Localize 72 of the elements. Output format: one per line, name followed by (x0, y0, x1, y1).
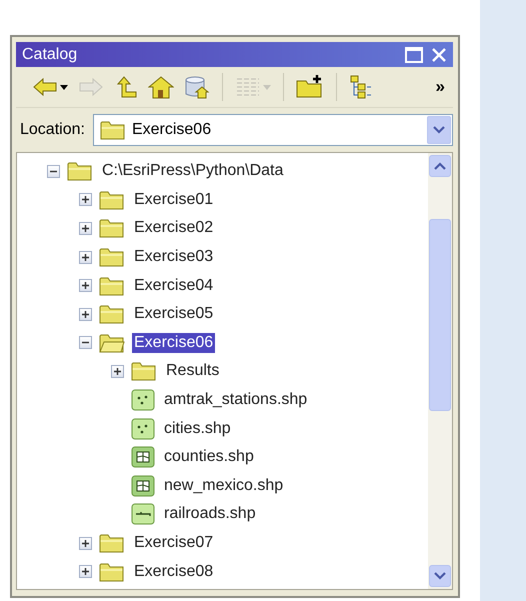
expand-button[interactable] (79, 565, 92, 578)
line-layer-icon (131, 503, 155, 526)
tree-item[interactable]: Exercise05 (132, 304, 216, 324)
location-label: Location: (20, 121, 85, 139)
polygon-layer-icon (131, 446, 155, 468)
plus-icon (81, 195, 90, 204)
folder-icon (100, 119, 126, 141)
polygon-layer-icon (131, 474, 155, 497)
plus-icon (81, 224, 90, 233)
plus-icon (81, 281, 90, 290)
plus-icon (81, 252, 90, 262)
tree-item[interactable]: C:\EsriPress\Python\Data (100, 161, 286, 182)
close-icon[interactable] (431, 46, 447, 62)
point-layer-icon (131, 389, 155, 412)
scroll-thumb[interactable] (429, 219, 451, 411)
chevron-down-icon (433, 126, 445, 134)
tree-item[interactable]: Exercise03 (132, 247, 216, 268)
home-icon (148, 75, 174, 99)
expand-button[interactable] (79, 250, 92, 264)
point-layer-icon (131, 418, 155, 440)
collapse-button[interactable] (47, 164, 60, 178)
expand-button[interactable] (79, 222, 92, 235)
tree-item[interactable]: Results (164, 361, 222, 382)
tree-view-icon (349, 75, 373, 99)
chevron-down-icon (434, 572, 446, 580)
plus-icon (113, 366, 122, 376)
expand-button[interactable] (79, 279, 92, 292)
folder-icon (131, 360, 157, 382)
back-arrow-icon (32, 76, 58, 98)
forward-arrow-icon (78, 76, 104, 98)
caret-icon (263, 84, 271, 90)
window-title: Catalog (22, 46, 78, 64)
folder-icon (99, 303, 125, 326)
folder-icon (99, 274, 125, 297)
folder-icon (99, 560, 125, 583)
plus-icon (81, 538, 90, 548)
connect-folder-icon (296, 75, 324, 99)
plus-icon (81, 567, 90, 576)
folder-icon (99, 246, 125, 268)
chevron-up-icon (434, 162, 446, 170)
tree-item[interactable]: Exercise01 (132, 190, 216, 210)
tree-item[interactable]: counties.shp (162, 447, 256, 468)
tree-item[interactable]: Exercise07 (132, 533, 216, 554)
folder-icon (99, 217, 125, 240)
scroll-down-button[interactable] (429, 565, 451, 587)
tree-item[interactable]: amtrak_stations.shp (162, 390, 310, 410)
tree-item[interactable]: railroads.shp (162, 504, 258, 524)
collapse-button[interactable] (79, 336, 92, 350)
plus-icon (81, 310, 90, 319)
scroll-up-button[interactable] (429, 155, 451, 177)
folder-icon (67, 160, 93, 182)
expand-button[interactable] (79, 308, 92, 321)
scrollbar[interactable] (428, 153, 452, 589)
location-dropdown[interactable]: Exercise06 (92, 114, 453, 146)
folder-icon (99, 188, 125, 211)
expand-button[interactable] (79, 536, 92, 550)
tree-item[interactable]: Exercise06 (132, 332, 216, 353)
maximize-icon[interactable] (405, 46, 423, 62)
tree-item[interactable]: new_mexico.shp (162, 476, 286, 496)
expand-button[interactable] (79, 193, 92, 206)
tree-item[interactable]: Exercise04 (132, 276, 216, 296)
caret-icon (60, 84, 68, 90)
more-button[interactable]: » (434, 77, 447, 97)
tree-item[interactable]: Exercise08 (132, 562, 216, 582)
open-folder-icon (99, 332, 125, 354)
expand-button[interactable] (111, 364, 124, 378)
folder-icon (99, 532, 125, 554)
up-arrow-icon (114, 75, 138, 99)
tree-item[interactable]: cities.shp (162, 418, 233, 439)
tree-item[interactable]: Exercise02 (132, 218, 216, 238)
dropdown-button[interactable] (427, 116, 451, 144)
database-home-icon (184, 75, 210, 99)
